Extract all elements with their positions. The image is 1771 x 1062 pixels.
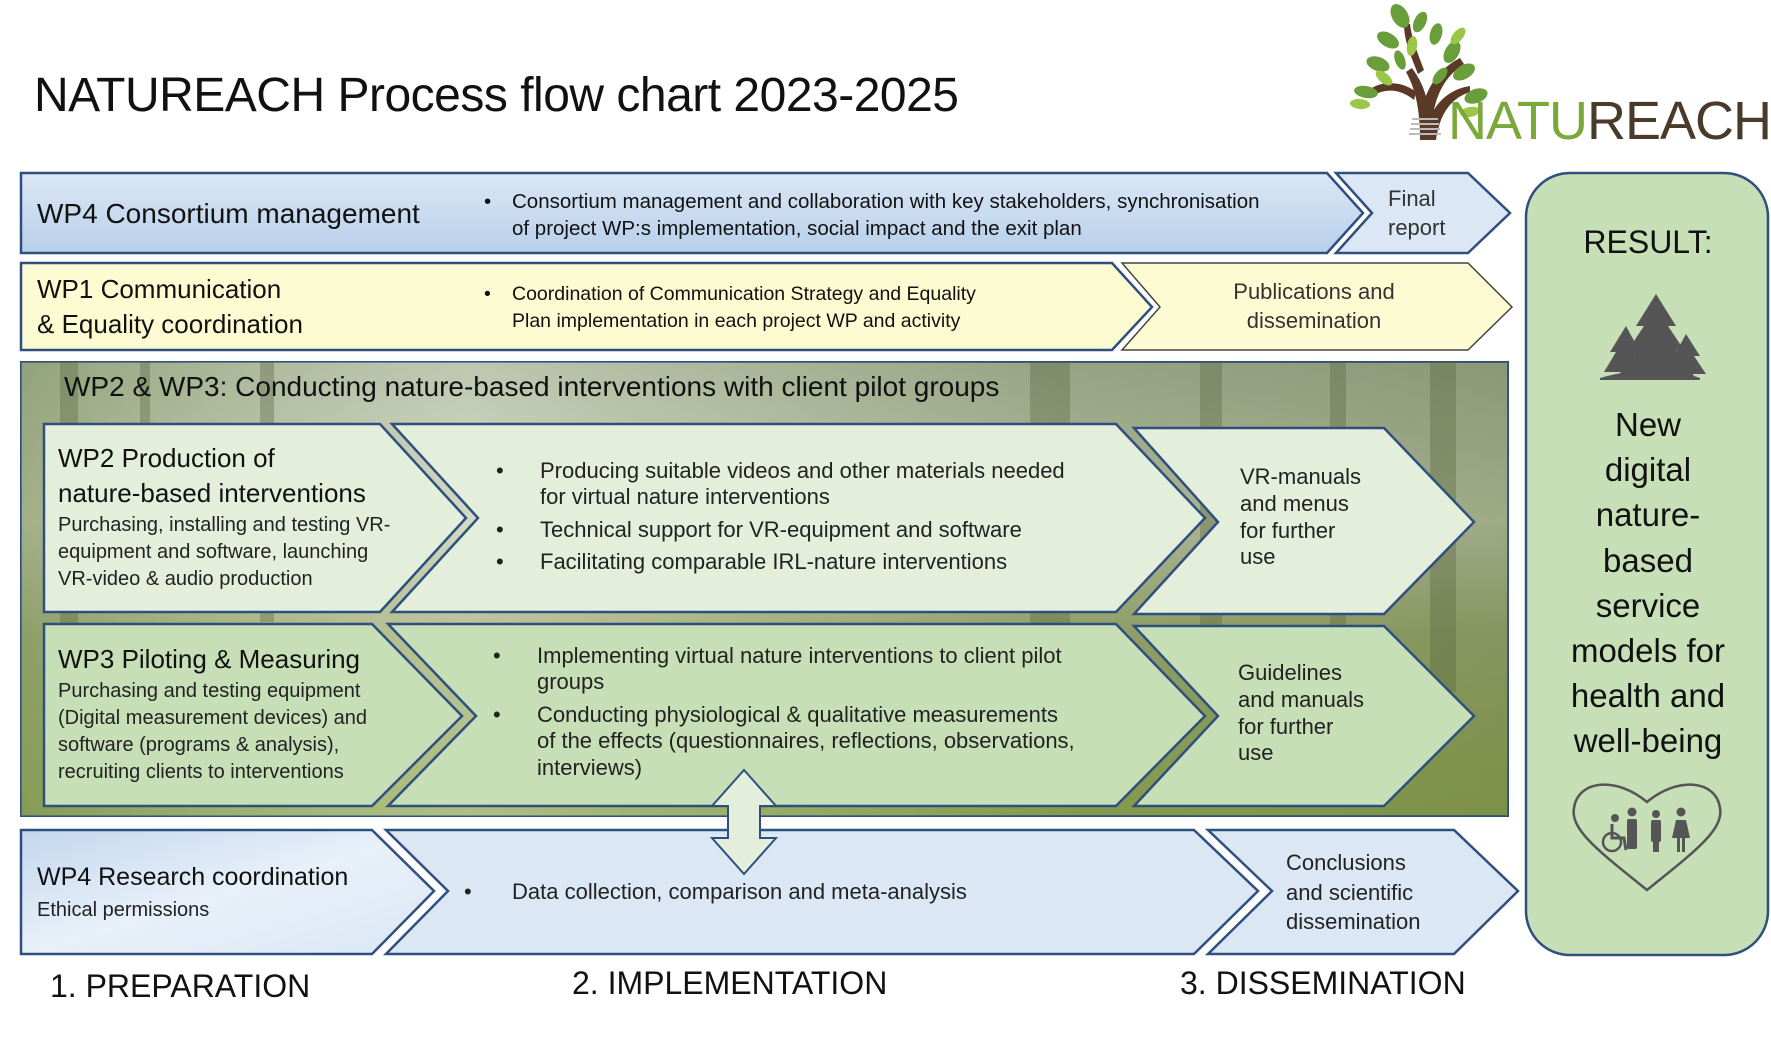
guidelines-line-4: use [1238, 740, 1274, 766]
vr-manuals-line-2: and menus [1240, 490, 1349, 516]
result-line-5: service [1595, 586, 1701, 624]
wp3-sub-line-3: software (programs & analysis), [58, 734, 340, 756]
wp2-bullet-2-line-1: Technical support for VR-equipment and s… [540, 516, 1022, 542]
wp2-bullet-1-line-1: Producing suitable videos and other mate… [540, 458, 1065, 483]
wp2-bullet-3: Facilitating comparable IRL-nature inter… [496, 549, 1065, 576]
wp4-research-heading: WP4 Research coordination [37, 863, 349, 891]
wp1-heading-line-2: & Equality coordination [37, 309, 303, 340]
wp3-sub-line-4: recruiting clients to interventions [58, 761, 344, 783]
wp1-communication-bullets: Coordination of Communication Strategy a… [484, 281, 976, 336]
guidelines-line-2: and manuals [1238, 686, 1364, 712]
wp4-research-bullet-1-text: Data collection, comparison and meta-ana… [512, 879, 967, 904]
wp4-consortium-bullet-line-1: Consortium management and collaboration … [512, 190, 1260, 213]
wp2-sub-line-1: Purchasing, installing and testing VR- [58, 514, 391, 536]
wp3-bullet-2-line-3: interviews) [537, 754, 643, 780]
result-line-2: digital [1604, 451, 1692, 489]
wp3-piloting-bullets: Implementing virtual nature intervention… [493, 643, 1075, 781]
result-line-3: nature- [1595, 496, 1701, 534]
result-description: New digital nature- based service models… [1526, 402, 1770, 764]
logo-text-reach: REACH [1587, 91, 1771, 151]
wp3-bullet-2: Conducting physiological & qualitative m… [493, 702, 1075, 781]
conclusions-line-3: dissemination [1286, 909, 1421, 935]
wp3-bullet-2-line-2: of the effects (questionnaires, reflecti… [537, 728, 1075, 754]
final-report-line-1: Final [1388, 186, 1436, 211]
final-report-line-2: report [1388, 215, 1446, 241]
wp1-bullet-line-2: Plan implementation in each project WP a… [512, 310, 961, 333]
wp1-communication-heading: WP1 Communication & Equality coordinatio… [37, 272, 303, 343]
wp4-research-bullets: Data collection, comparison and meta-ana… [464, 879, 967, 906]
wp2-wp3-section-heading: WP2 & WP3: Conducting nature-based inter… [64, 371, 1000, 402]
wp2-heading-line-2: nature-based interventions [58, 478, 366, 509]
wp4-research-description: Ethical permissions [37, 899, 210, 921]
result-line-1: New [1614, 406, 1682, 443]
wp4-consortium-heading: WP4 Consortium management [37, 198, 420, 229]
result-line-7: health and [1570, 677, 1726, 715]
vr-manuals-line-4: use [1240, 544, 1276, 570]
result-line-8: well-being [1573, 722, 1723, 760]
final-report-output: Final report [1388, 184, 1445, 243]
result-title: RESULT: [1583, 224, 1713, 260]
vr-manuals-line-1: VR-manuals [1240, 464, 1362, 489]
wp2-bullet-3-line-1: Facilitating comparable IRL-nature inter… [540, 549, 1008, 575]
result-line-6: models for [1570, 632, 1726, 670]
natureach-logo: NATUREACH [1448, 90, 1771, 152]
wp2-sub-line-3: VR-video & audio production [58, 568, 313, 590]
wp1-bullet-line-1: Coordination of Communication Strategy a… [512, 283, 976, 305]
wp3-piloting-heading: WP3 Piloting & Measuring [58, 644, 361, 674]
wp3-sub-line-2: (Digital measurement devices) and [58, 707, 368, 729]
wp1-heading-line-1: WP1 Communication [37, 274, 282, 304]
wp3-bullet-1-line-2: groups [537, 669, 605, 695]
logo-text-natu: NATU [1448, 91, 1588, 151]
wp3-piloting-description: Purchasing and testing equipment (Digita… [58, 678, 367, 786]
publications-line-2: dissemination [1246, 307, 1382, 333]
conclusions-line-2: and scientific [1286, 879, 1414, 905]
wp3-bullet-2-line-1: Conducting physiological & qualitative m… [537, 701, 1058, 727]
conclusions-output: Conclusions and scientific dissemination [1286, 848, 1421, 937]
wp2-sub-line-2: equipment and software, launching [58, 541, 369, 563]
publications-output: Publications and dissemination [1204, 278, 1424, 335]
wp2-bullet-1: Producing suitable videos and other mate… [496, 458, 1065, 511]
wp4-consortium-bullet-line-2: of project WP:s implementation, social i… [512, 217, 1082, 241]
wp2-bullet-1-line-2: for virtual nature interventions [540, 484, 830, 510]
wp3-bullet-1-line-1: Implementing virtual nature intervention… [537, 643, 1062, 668]
guidelines-line-1: Guidelines [1238, 660, 1342, 685]
phase-dissemination: 3. DISSEMINATION [1180, 965, 1466, 1001]
guidelines-line-3: for further [1238, 713, 1334, 739]
wp4-research-bullet-1: Data collection, comparison and meta-ana… [464, 879, 967, 906]
publications-line-1: Publications and [1233, 279, 1395, 304]
wp4-consortium-bullets: Consortium management and collaboration … [484, 188, 1260, 243]
wp3-sub-line-1: Purchasing and testing equipment [58, 680, 361, 702]
wp3-bullet-1: Implementing virtual nature intervention… [493, 643, 1075, 696]
page-title: NATUREACH Process flow chart 2023-2025 [34, 69, 959, 122]
result-line-4: based [1603, 541, 1693, 579]
wp2-production-bullets: Producing suitable videos and other mate… [496, 458, 1065, 576]
vr-manuals-output: VR-manuals and menus for further use [1240, 464, 1361, 571]
vr-manuals-line-3: for further [1240, 517, 1336, 543]
wp2-production-description: Purchasing, installing and testing VR- e… [58, 512, 390, 593]
conclusions-line-1: Conclusions [1286, 850, 1406, 875]
wp2-production-heading: WP2 Production of nature-based intervent… [58, 441, 366, 512]
wp2-heading-line-1: WP2 Production of [58, 443, 275, 473]
wp2-bullet-2: Technical support for VR-equipment and s… [496, 516, 1065, 544]
guidelines-output: Guidelines and manuals for further use [1238, 660, 1364, 767]
phase-implementation: 2. IMPLEMENTATION [572, 965, 888, 1001]
phase-preparation: 1. PREPARATION [50, 968, 311, 1004]
